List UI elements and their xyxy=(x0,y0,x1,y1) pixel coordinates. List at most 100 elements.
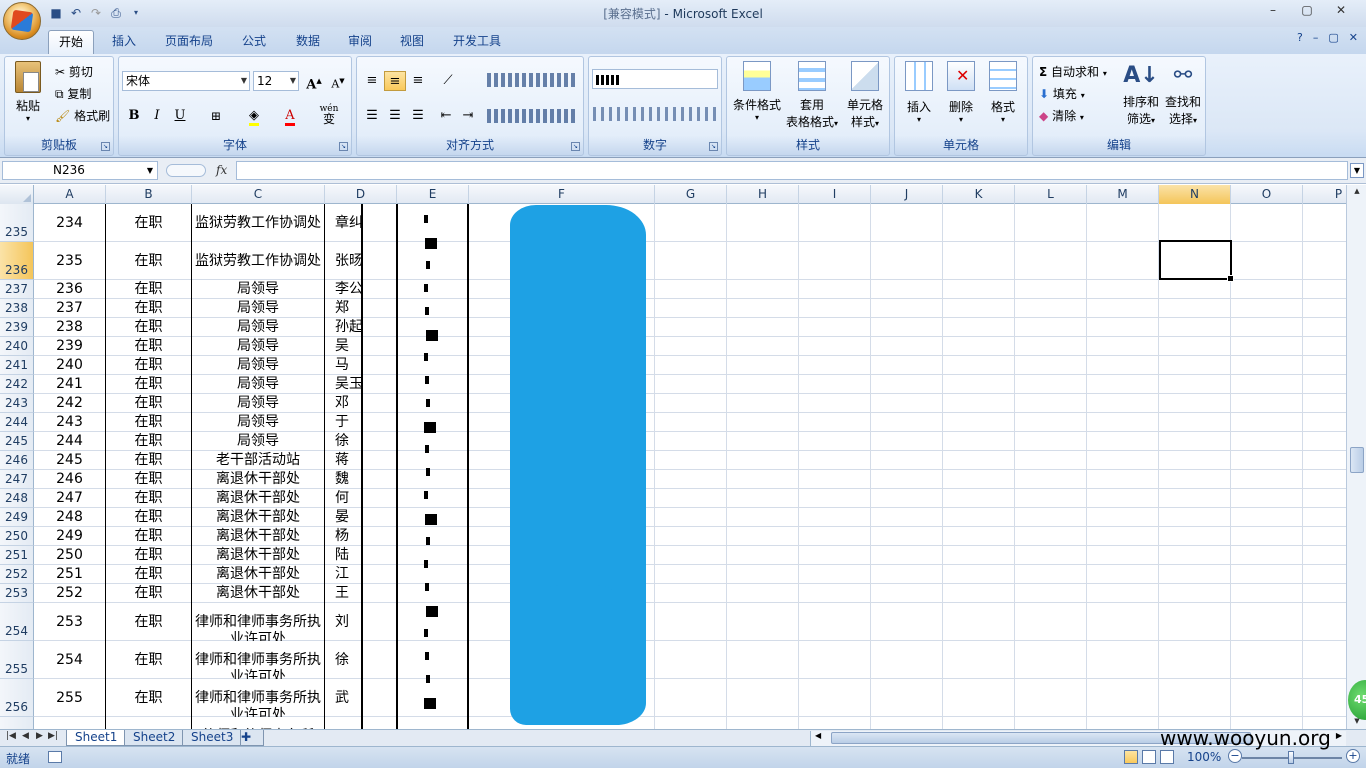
vertical-scroll-thumb[interactable] xyxy=(1350,447,1364,473)
column-header-g[interactable]: G xyxy=(655,185,727,204)
cell-b[interactable]: 在职 xyxy=(106,679,192,717)
align-top-icon[interactable]: ≡ xyxy=(361,71,383,91)
cell-a[interactable]: 243 xyxy=(34,413,106,432)
font-launcher-icon[interactable]: ↘ xyxy=(339,142,348,151)
cell-a[interactable]: 246 xyxy=(34,470,106,489)
column-header-p[interactable]: P xyxy=(1303,185,1346,204)
row-header[interactable]: 244 xyxy=(0,413,34,432)
cell-d[interactable]: 晏 xyxy=(325,508,361,527)
font-size-select[interactable]: 12 ▼ xyxy=(253,71,299,91)
cell-a[interactable]: 236 xyxy=(34,280,106,299)
cell-a[interactable]: 235 xyxy=(34,242,106,280)
row-header[interactable]: 251 xyxy=(0,546,34,565)
cell-c[interactable]: 局领导 xyxy=(192,299,325,318)
help-icon[interactable]: ? xyxy=(1297,31,1303,44)
column-header-e[interactable]: E xyxy=(397,185,469,204)
row-header[interactable]: 236 xyxy=(0,242,34,280)
cell-c[interactable]: 局领导 xyxy=(192,280,325,299)
sheet-tab-sheet2[interactable]: Sheet2 xyxy=(124,730,185,746)
cell-b[interactable]: 在职 xyxy=(106,242,192,280)
cell-c[interactable]: 离退休干部处 xyxy=(192,489,325,508)
shrink-font-button[interactable]: A▼ xyxy=(327,71,349,91)
phonetic-button[interactable]: wén 变 xyxy=(315,104,343,125)
cell-a[interactable]: 237 xyxy=(34,299,106,318)
cell-c[interactable]: 局领导 xyxy=(192,394,325,413)
cell-a[interactable]: 254 xyxy=(34,641,106,679)
cell-c[interactable]: 离退休干部处 xyxy=(192,565,325,584)
delete-cells-button[interactable]: ✕ 删除 ▾ xyxy=(941,61,981,124)
cell-d[interactable]: 王 xyxy=(325,584,361,603)
row-header[interactable]: 243 xyxy=(0,394,34,413)
cell-c[interactable]: 监狱劳教工作协调处 xyxy=(192,204,325,242)
cell-b[interactable]: 在职 xyxy=(106,451,192,470)
cell-a[interactable]: 241 xyxy=(34,375,106,394)
row-header[interactable]: 255 xyxy=(0,641,34,679)
row-header[interactable]: 248 xyxy=(0,489,34,508)
cell-b[interactable]: 在职 xyxy=(106,280,192,299)
cell-b[interactable]: 在职 xyxy=(106,565,192,584)
select-all-button[interactable] xyxy=(0,185,34,204)
minimize-button[interactable]: – xyxy=(1256,3,1290,17)
align-right-icon[interactable]: ☰ xyxy=(407,106,429,126)
cell-d[interactable]: 刘 xyxy=(325,603,361,641)
tab-formulas[interactable]: 公式 xyxy=(232,30,276,54)
row-header[interactable]: 250 xyxy=(0,527,34,546)
cell-d[interactable]: 于 xyxy=(325,413,361,432)
italic-button[interactable]: I xyxy=(146,106,168,126)
cell-a[interactable]: 239 xyxy=(34,337,106,356)
cell-b[interactable] xyxy=(106,717,192,729)
font-color-icon[interactable]: A xyxy=(279,106,301,126)
cell-c[interactable]: 离退休干部处 xyxy=(192,584,325,603)
cell-c[interactable]: 离退休干部处 xyxy=(192,527,325,546)
cell-d[interactable]: 章纠 xyxy=(325,204,361,242)
scroll-up-icon[interactable]: ▲ xyxy=(1350,185,1364,197)
bold-button[interactable]: B xyxy=(123,106,145,126)
cell-d[interactable]: 武 xyxy=(325,679,361,717)
cell-a[interactable]: 248 xyxy=(34,508,106,527)
cell-a[interactable]: 234 xyxy=(34,204,106,242)
formula-input[interactable] xyxy=(236,161,1348,180)
align-center-icon[interactable]: ☰ xyxy=(384,106,406,126)
find-select-button[interactable]: ⚯ 查找和 选择▾ xyxy=(1163,61,1203,127)
format-painter-button[interactable]: 🖌 格式刷 xyxy=(55,107,110,124)
cell-a[interactable]: 244 xyxy=(34,432,106,451)
cell-a[interactable]: 242 xyxy=(34,394,106,413)
cell-b[interactable]: 在职 xyxy=(106,375,192,394)
grow-font-button[interactable]: A▲ xyxy=(303,71,325,92)
column-header-b[interactable]: B xyxy=(106,185,192,204)
expand-formula-bar-icon[interactable]: ▼ xyxy=(1350,163,1364,178)
cell-b[interactable]: 在职 xyxy=(106,584,192,603)
column-header-c[interactable]: C xyxy=(192,185,325,204)
row-header[interactable]: 254 xyxy=(0,603,34,641)
column-header-k[interactable]: K xyxy=(943,185,1015,204)
scroll-left-icon[interactable]: ◀ xyxy=(815,731,821,740)
row-header[interactable]: 257 xyxy=(0,717,34,729)
ribbon-minimize-icon[interactable]: – xyxy=(1313,31,1319,44)
tab-page-layout[interactable]: 页面布局 xyxy=(156,30,222,54)
column-header-m[interactable]: M xyxy=(1087,185,1159,204)
align-bottom-icon[interactable]: ≡ xyxy=(407,71,429,91)
maximize-button[interactable]: ▢ xyxy=(1290,3,1324,17)
align-middle-icon[interactable]: ≡ xyxy=(384,71,406,91)
zoom-level[interactable]: 100% xyxy=(1187,750,1221,764)
formula-bar-resize-icon[interactable] xyxy=(166,164,206,177)
format-cells-button[interactable]: 格式 ▾ xyxy=(983,61,1023,124)
row-header[interactable]: 240 xyxy=(0,337,34,356)
cell-c[interactable]: 局领导 xyxy=(192,432,325,451)
cell-d[interactable]: 李公 xyxy=(325,280,361,299)
format-as-table-button[interactable]: 套用 表格格式▾ xyxy=(785,61,839,130)
cell-d[interactable]: 江 xyxy=(325,565,361,584)
borders-icon[interactable]: ⊞ xyxy=(205,106,227,126)
orientation-icon[interactable]: ⟋ xyxy=(437,71,459,91)
cell-d[interactable]: 郑 xyxy=(325,299,361,318)
cell-d[interactable]: 孙起 xyxy=(325,318,361,337)
cell-d[interactable]: 马 xyxy=(325,356,361,375)
cell-styles-button[interactable]: 单元格 样式▾ xyxy=(841,61,889,130)
decrease-indent-icon[interactable]: ⇤ xyxy=(435,106,457,126)
sheet-tab-sheet3[interactable]: Sheet3 xyxy=(182,730,243,746)
close-button[interactable]: ✕ xyxy=(1324,3,1358,17)
sheet-tab-sheet1[interactable]: Sheet1 xyxy=(66,730,127,746)
prev-sheet-icon[interactable]: ◀ xyxy=(22,731,29,741)
cell-b[interactable]: 在职 xyxy=(106,337,192,356)
cell-a[interactable]: 255 xyxy=(34,679,106,717)
